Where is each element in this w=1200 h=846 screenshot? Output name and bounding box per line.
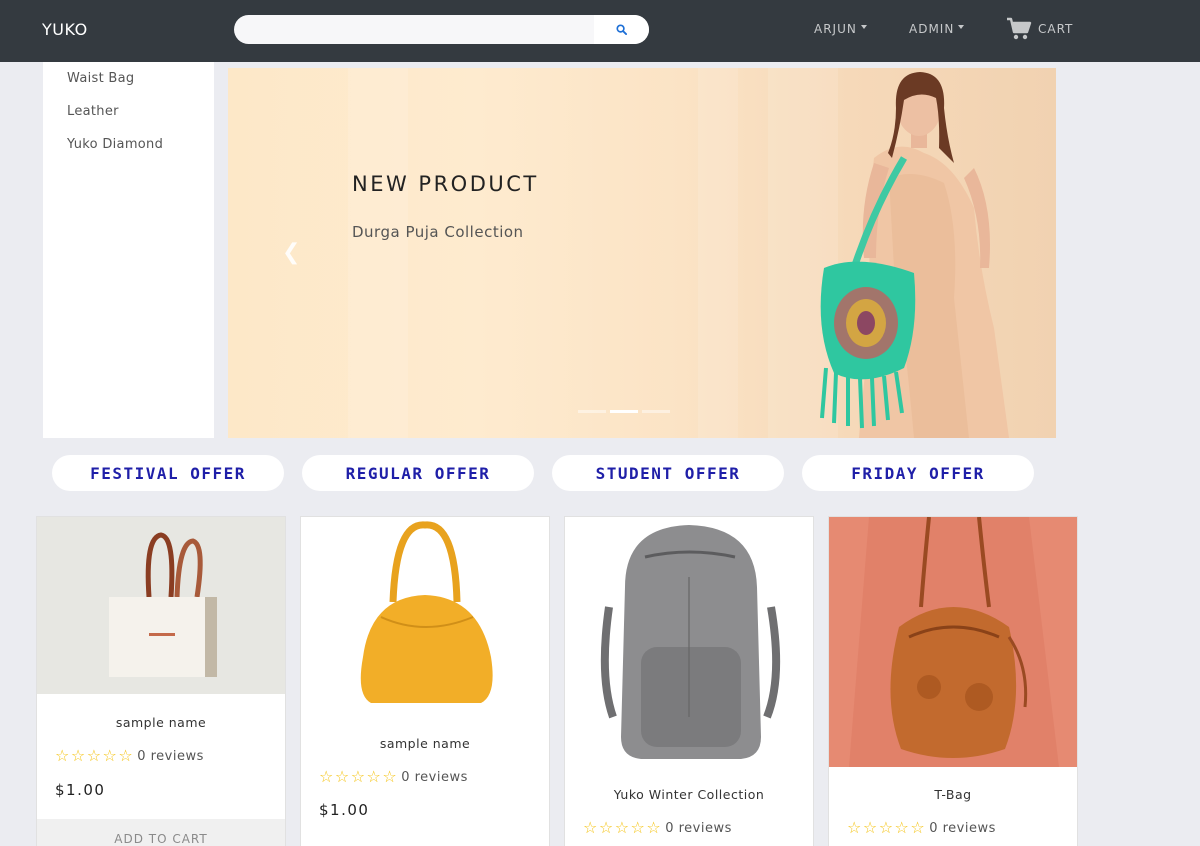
brand-logo[interactable]: YUKO [42, 20, 88, 39]
admin-menu-label: ADMIN [909, 22, 955, 36]
carousel-indicator-active[interactable] [610, 410, 638, 413]
star-empty-icon: ☆ [319, 767, 334, 786]
star-empty-icon: ☆ [847, 818, 862, 837]
curtain-drape [698, 68, 738, 438]
cart-link[interactable]: CART [1006, 17, 1073, 41]
product-rating: ☆ ☆ ☆ ☆ ☆ 0 reviews [55, 748, 204, 764]
carousel-indicators [578, 410, 670, 413]
review-count: 0 reviews [401, 769, 468, 785]
caret-down-icon [958, 25, 965, 29]
star-empty-icon: ☆ [382, 767, 398, 786]
review-count: 0 reviews [929, 820, 996, 836]
product-price: $1.00 [55, 781, 106, 799]
product-card[interactable]: sample name ☆ ☆ ☆ ☆ ☆ 0 reviews $1.00 AD… [36, 516, 286, 846]
hero-subtitle: Durga Puja Collection [352, 223, 524, 241]
user-menu-label: ARJUN [814, 22, 857, 36]
product-rating: ☆ ☆ ☆ ☆ ☆ 0 reviews [583, 820, 732, 836]
carousel-prev-button[interactable]: ❮ [282, 240, 300, 265]
product-name[interactable]: sample name [301, 736, 549, 751]
product-rating: ☆ ☆ ☆ ☆ ☆ 0 reviews [319, 769, 468, 785]
product-image[interactable] [37, 517, 285, 694]
student-offer-button[interactable]: STUDENT OFFER [552, 455, 784, 491]
sidebar-item-yuko-diamond[interactable]: Yuko Diamond [67, 137, 163, 152]
product-price: $1.00 [319, 801, 370, 819]
star-empty-icon: ☆ [118, 746, 134, 765]
sidebar-item-waist-bag[interactable]: Waist Bag [67, 71, 134, 86]
cart-label: CART [1038, 22, 1074, 36]
product-name[interactable]: sample name [37, 715, 285, 730]
search-icon [616, 24, 627, 35]
carousel-indicator[interactable] [642, 410, 670, 413]
product-image[interactable] [301, 517, 549, 717]
star-empty-icon: ☆ [70, 746, 86, 765]
star-empty-icon: ☆ [614, 818, 630, 837]
handbag-image [360, 521, 493, 703]
product-image[interactable] [565, 517, 813, 767]
search-bar [234, 15, 649, 44]
product-rating: ☆ ☆ ☆ ☆ ☆ 0 reviews [847, 820, 996, 836]
star-empty-icon: ☆ [583, 818, 598, 837]
hero-model-image [820, 72, 1009, 438]
review-count: 0 reviews [665, 820, 732, 836]
star-empty-icon: ☆ [55, 746, 70, 765]
caret-down-icon [860, 25, 867, 29]
sidebar-item-leather[interactable]: Leather [67, 104, 119, 119]
product-card[interactable]: sample name ☆ ☆ ☆ ☆ ☆ 0 reviews $1.00 [300, 516, 550, 846]
admin-menu-dropdown[interactable]: ADMIN [909, 22, 965, 36]
bucket-bag-image [849, 517, 1059, 767]
festival-offer-button[interactable]: FESTIVAL OFFER [52, 455, 284, 491]
star-empty-icon: ☆ [894, 818, 910, 837]
search-input[interactable] [234, 15, 592, 44]
review-count: 0 reviews [137, 748, 204, 764]
backpack-image [600, 525, 781, 759]
star-empty-icon: ☆ [102, 746, 118, 765]
star-empty-icon: ☆ [350, 767, 366, 786]
product-name[interactable]: Yuko Winter Collection [565, 787, 813, 802]
search-button[interactable] [594, 15, 649, 44]
star-empty-icon: ☆ [86, 746, 102, 765]
top-navbar: YUKO ARJUN ADMIN CART [0, 0, 1200, 62]
star-empty-icon: ☆ [878, 818, 894, 837]
star-empty-icon: ☆ [910, 818, 926, 837]
star-empty-icon: ☆ [334, 767, 350, 786]
user-menu-dropdown[interactable]: ARJUN [814, 22, 867, 36]
hero-title: NEW PRODUCT [352, 172, 539, 196]
friday-offer-button[interactable]: FRIDAY OFFER [802, 455, 1034, 491]
star-empty-icon: ☆ [366, 767, 382, 786]
product-name[interactable]: T-Bag [829, 787, 1077, 802]
product-card[interactable]: T-Bag ☆ ☆ ☆ ☆ ☆ 0 reviews [828, 516, 1078, 846]
category-sidebar: Waist Bag Leather Yuko Diamond [43, 62, 214, 438]
star-empty-icon: ☆ [630, 818, 646, 837]
star-empty-icon: ☆ [598, 818, 614, 837]
chevron-left-icon: ❮ [282, 240, 301, 265]
carousel-indicator[interactable] [578, 410, 606, 413]
regular-offer-button[interactable]: REGULAR OFFER [302, 455, 534, 491]
product-card[interactable]: Yuko Winter Collection ☆ ☆ ☆ ☆ ☆ 0 revie… [564, 516, 814, 846]
product-image[interactable] [829, 517, 1077, 767]
add-to-cart-button[interactable]: ADD TO CART [37, 819, 285, 846]
curtain-drape [348, 68, 408, 438]
shopping-cart-icon [1007, 17, 1032, 40]
tote-bag-image [109, 532, 217, 677]
star-empty-icon: ☆ [862, 818, 878, 837]
star-empty-icon: ☆ [646, 818, 662, 837]
hero-carousel: ❮ NEW PRODUCT Durga Puja Collection [228, 68, 1056, 438]
